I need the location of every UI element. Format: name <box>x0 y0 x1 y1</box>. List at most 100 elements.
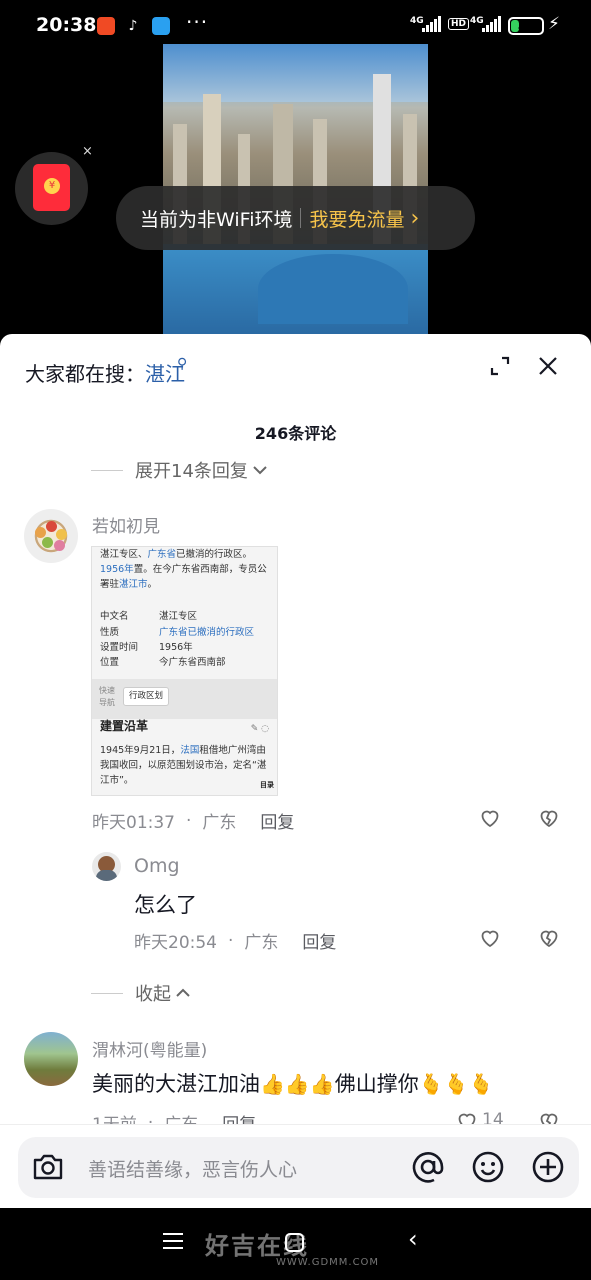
red-packet-icon: ¥ <box>33 164 70 211</box>
expand-replies-label: 展开14条回复 <box>135 461 248 482</box>
finger-heart-emoji: 🫰🫰🫰 <box>418 1072 494 1096</box>
more-notifications-icon: ··· <box>186 10 209 34</box>
screenshot-row: 性质 广东省已撤消的行政区 <box>100 625 254 640</box>
signal-icon-1 <box>422 16 441 32</box>
tiktok-icon: ♪ <box>128 18 138 34</box>
screenshot-nav-tag: 行政区划 <box>123 687 170 706</box>
comment-location: 广东 <box>202 813 237 833</box>
network-notice-text: 当前为非WiFi环境 <box>140 208 293 231</box>
expand-icon[interactable] <box>488 354 512 378</box>
reply-button[interactable]: 回复 <box>302 928 336 953</box>
comment-count: 246条评论 <box>254 424 337 443</box>
like-icon[interactable] <box>478 926 502 950</box>
status-time: 20:38 <box>36 14 97 36</box>
screenshot-link: 法国 <box>180 745 200 756</box>
divider-line <box>91 469 123 471</box>
charging-icon: ⚡ <box>548 14 560 34</box>
like-icon[interactable] <box>478 806 502 830</box>
trending-search-label: 大家都在搜： <box>25 362 145 386</box>
messaging-app-icon <box>152 17 170 35</box>
expand-replies-button[interactable]: 展开14条回复 <box>91 457 268 483</box>
mention-icon[interactable] <box>410 1149 446 1185</box>
notice-divider <box>300 208 302 228</box>
free-data-link[interactable]: 我要免流量 <box>309 205 404 232</box>
search-icon: ⚲ <box>177 356 188 372</box>
divider-line <box>91 992 123 994</box>
comment-time: 昨天01:37 <box>92 813 175 833</box>
screenshot-row: 位置 今广东省西南部 <box>100 655 226 670</box>
screenshot-heading: 建置沿革 <box>100 719 149 733</box>
screenshot-value: 广东省已撤消的行政区 <box>159 627 255 638</box>
avatar-body <box>96 870 117 881</box>
reply-meta: 昨天20:54 · 广东 回复 <box>134 928 336 954</box>
watermark-url: WWW.GDMM.COM <box>276 1257 380 1268</box>
screenshot-link: 广东省 <box>147 549 177 560</box>
video-bay <box>258 254 408 324</box>
dislike-icon[interactable] <box>537 806 561 830</box>
screenshot-toc: 目录 <box>260 781 274 789</box>
system-nav-bar: 好吉在线 WWW.GDMM.COM ‹ <box>0 1208 591 1280</box>
screenshot-nav-label: 快速导航 <box>99 686 115 707</box>
chevron-right-icon: › <box>410 205 420 231</box>
collapse-replies-button[interactable]: 收起 <box>91 980 191 1006</box>
collapse-label: 收起 <box>135 984 171 1005</box>
reply-time: 昨天20:54 <box>134 933 217 953</box>
screenshot-body: 1945年9月21日，法国租借地广州湾由我国收回，以原范围划设市治，定名“湛江市… <box>100 743 271 788</box>
close-icon[interactable] <box>536 354 560 378</box>
screenshot-value: 今广东省西南部 <box>159 657 226 668</box>
chevron-up-icon <box>176 988 190 997</box>
signal-icon-2 <box>482 16 501 32</box>
thumbs-up-emoji: 👍👍👍 <box>260 1072 335 1096</box>
menu-icon[interactable] <box>163 1233 183 1254</box>
battery-percent: 28 <box>517 18 535 32</box>
comment-input-placeholder: 善语结善缘，恶言伤人心 <box>88 1159 298 1181</box>
screenshot-text: 已撤消的行政区。 <box>176 549 253 560</box>
camera-icon[interactable] <box>30 1149 66 1185</box>
home-icon[interactable] <box>285 1233 304 1252</box>
screenshot-text: 湛江专区、 <box>100 549 148 560</box>
comment-panel: 大家都在搜：湛江 ⚲ 246条评论 展开14条回复 若如初見 湛江专区、广东省已… <box>0 334 591 1208</box>
screenshot-key: 位置 <box>100 657 120 668</box>
screenshot-key: 中文名 <box>100 611 129 622</box>
emoji-icon[interactable] <box>470 1149 506 1185</box>
screenshot-text: 。 <box>147 579 158 590</box>
meta-dot: · <box>186 810 192 831</box>
screenshot-key: 性质 <box>100 627 120 638</box>
edit-icon: ✎ ◌ <box>250 724 269 734</box>
avatar[interactable] <box>24 509 78 563</box>
screenshot-value: 1956年 <box>159 642 193 653</box>
battery-icon: 28 <box>508 17 544 35</box>
reply-avatar[interactable] <box>92 852 121 881</box>
reply-text: 怎么了 <box>134 893 197 917</box>
trending-search[interactable]: 大家都在搜：湛江 <box>25 358 185 387</box>
screenshot-row: 中文名 湛江专区 <box>100 609 197 624</box>
comment-input[interactable]: 善语结善缘，恶言伤人心 <box>18 1137 579 1198</box>
comment-username[interactable]: 渭林河(粤能量) <box>92 1036 207 1061</box>
reply-button[interactable]: 回复 <box>260 808 294 833</box>
comment-image[interactable]: 湛江专区、广东省已撤消的行政区。 1956年置。在今广东省西南部，专员公署驻湛江… <box>91 546 278 796</box>
avatar[interactable] <box>24 1032 78 1086</box>
comment-input-bar: 善语结善缘，恶言伤人心 <box>0 1124 591 1208</box>
comment-text: 美丽的大湛江加油👍👍👍佛山撑你🫰🫰🫰 <box>92 1068 493 1098</box>
red-packet-button[interactable]: ¥ <box>15 152 88 225</box>
dislike-icon[interactable] <box>537 926 561 950</box>
screenshot-intro: 湛江专区、广东省已撤消的行政区。 1956年置。在今广东省西南部，专员公署驻湛江… <box>100 547 271 592</box>
shopping-app-icon <box>97 17 115 35</box>
screenshot-value: 湛江专区 <box>159 611 198 622</box>
comment-username[interactable]: 若如初見 <box>92 512 160 537</box>
hd-voice-badge: HD <box>448 18 470 30</box>
screenshot-key: 设置时间 <box>100 642 139 653</box>
screenshot-link: 湛江市 <box>119 579 148 590</box>
reply-location: 广东 <box>244 933 279 953</box>
back-icon[interactable]: ‹ <box>408 1225 418 1253</box>
chevron-down-icon <box>253 466 267 475</box>
add-icon[interactable] <box>530 1149 566 1185</box>
screenshot-row: 设置时间 1956年 <box>100 640 193 655</box>
comment-text-part: 佛山撑你 <box>334 1072 419 1096</box>
network-notice-banner: 当前为非WiFi环境 我要免流量 › <box>116 186 475 250</box>
reply-username[interactable]: Omg <box>134 855 180 877</box>
meta-dot: · <box>228 930 234 951</box>
coin-icon: ¥ <box>44 178 60 194</box>
screenshot-link: 1956年 <box>100 564 134 575</box>
red-packet-close-icon[interactable]: × <box>82 144 93 159</box>
